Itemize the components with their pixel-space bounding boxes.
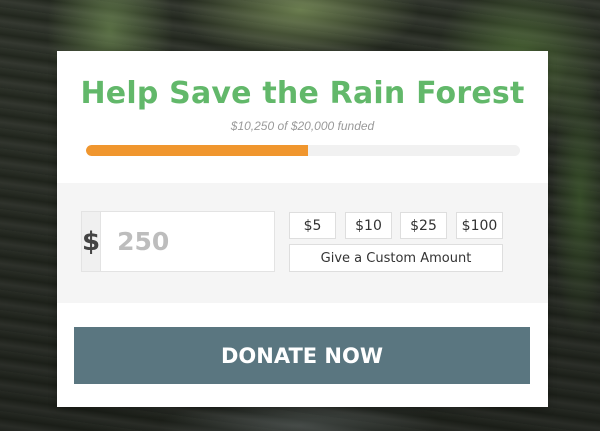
donate-now-button[interactable]: DONATE NOW: [74, 327, 530, 384]
funded-status: $10,250 of $20,000 funded: [230, 119, 375, 133]
card-header: Help Save the Rain Forest $10,250 of $20…: [57, 51, 548, 183]
preset-amount-button[interactable]: $10: [345, 212, 392, 239]
preset-amount-button[interactable]: $25: [400, 212, 447, 239]
custom-amount-button[interactable]: Give a Custom Amount: [289, 244, 503, 272]
amount-section: $ $5 $10 $25 $100 Give a Custom Amount: [57, 183, 548, 303]
preset-amount-button[interactable]: $100: [456, 212, 503, 239]
donation-card: Help Save the Rain Forest $10,250 of $20…: [57, 51, 548, 407]
funding-progress-bar: [86, 145, 520, 156]
preset-amount-button[interactable]: $5: [289, 212, 336, 239]
currency-symbol: $: [82, 212, 102, 271]
campaign-title: Help Save the Rain Forest: [80, 76, 525, 111]
funding-progress-fill: [86, 145, 309, 156]
amount-field: $: [81, 211, 467, 272]
